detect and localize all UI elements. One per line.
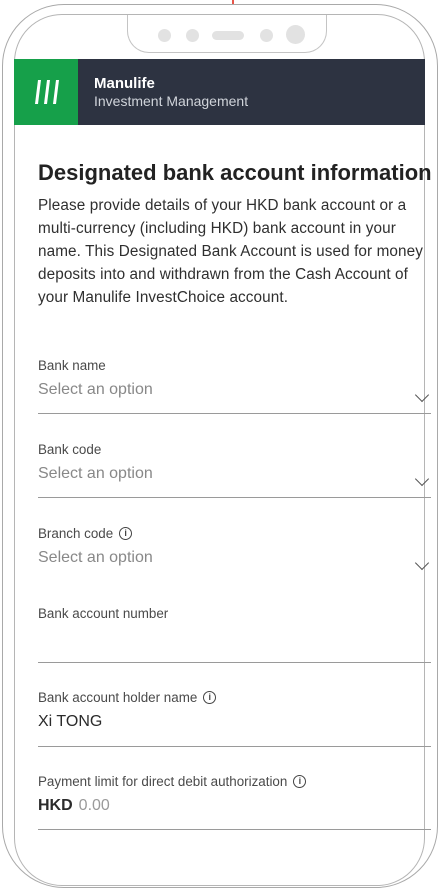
brand-subtitle: Investment Management [94, 92, 249, 109]
holder-name-label: Bank account holder name [38, 690, 198, 705]
field-underline [38, 413, 431, 414]
bank-name-select[interactable]: Bank name Select an option [38, 358, 431, 414]
bank-name-label: Bank name [38, 358, 106, 373]
branch-code-placeholder: Select an option [38, 549, 153, 566]
notch-camera [286, 25, 305, 44]
field-underline [38, 662, 431, 663]
phone-notch [127, 15, 327, 53]
bank-name-placeholder: Select an option [38, 381, 153, 398]
currency-label: HKD [38, 797, 73, 814]
brand-text: Manulife Investment Management [78, 75, 248, 108]
bank-account-number-label: Bank account number [38, 606, 169, 621]
info-icon[interactable]: i [119, 527, 133, 540]
payment-limit-input[interactable]: 0.00 [79, 797, 110, 814]
bank-code-placeholder: Select an option [38, 465, 153, 482]
bank-code-label: Bank code [38, 442, 102, 457]
payment-limit-field[interactable]: Payment limit for direct debit authoriza… [38, 774, 431, 830]
field-underline [38, 746, 431, 747]
notch-dot [186, 29, 199, 42]
field-underline [38, 497, 431, 498]
holder-name-input[interactable]: Xi TONG [38, 713, 431, 731]
branch-code-select[interactable]: Branch code i Select an option [38, 526, 431, 571]
intro-text: Please provide details of your HKD bank … [38, 197, 423, 306]
manulife-logo-icon [35, 80, 59, 104]
info-icon[interactable]: i [203, 691, 217, 704]
holder-name-field[interactable]: Bank account holder name i Xi TONG [38, 690, 431, 747]
notch-dot [260, 29, 273, 42]
manulife-logo [14, 59, 78, 125]
branch-code-label: Branch code [38, 526, 114, 541]
field-underline [38, 829, 431, 830]
info-icon[interactable]: i [293, 775, 307, 788]
bank-account-number-field[interactable]: Bank account number [38, 606, 431, 663]
bank-code-select[interactable]: Bank code Select an option [38, 442, 431, 498]
brand-header: Manulife Investment Management [14, 59, 425, 125]
brand-name: Manulife [94, 75, 155, 93]
page-title: Designated bank account information [38, 160, 432, 185]
notch-dot [158, 29, 171, 42]
form-intro: Designated bank account information Plea… [38, 160, 432, 309]
bank-account-number-input[interactable] [38, 629, 431, 649]
notch-speaker [212, 31, 244, 40]
payment-limit-label: Payment limit for direct debit authoriza… [38, 774, 288, 789]
